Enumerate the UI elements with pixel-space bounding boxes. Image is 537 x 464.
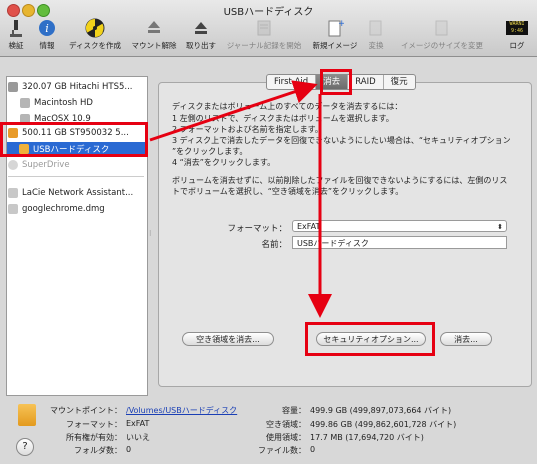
- sidebar-item-hitachi-disk[interactable]: 320.07 GB Hitachi HTS5...: [8, 80, 132, 94]
- splitter-handle[interactable]: ⁝: [149, 229, 152, 238]
- sidebar-item-macintosh-hd[interactable]: Macintosh HD: [20, 96, 93, 110]
- mount-point-link[interactable]: /Volumes/USBハードディスク: [126, 405, 237, 416]
- sidebar-item-lacie-image[interactable]: LaCie Network Assistant...: [8, 186, 133, 200]
- convert-icon: [365, 18, 387, 38]
- instruction-line: トでボリュームを選択し、“空き領域を消去”をクリックします。: [172, 187, 404, 196]
- available-label: 空き領域：: [266, 420, 306, 429]
- files-value: 0: [310, 445, 316, 454]
- name-label: 名前：: [261, 240, 287, 250]
- erase-free-space-button[interactable]: 空き領域を消去...: [182, 332, 274, 346]
- tab-restore[interactable]: 復元: [384, 75, 415, 89]
- instruction-line: ”をクリックします。: [172, 147, 248, 156]
- svg-text:+: +: [338, 19, 344, 29]
- used-value: 17.7 MB (17,694,720 バイト): [310, 433, 424, 442]
- hard-disk-icon: [8, 82, 18, 92]
- used-label: 使用領域：: [266, 433, 306, 442]
- resize-image-icon: [431, 18, 453, 38]
- instruction-line: ディスクまたはボリューム上のすべてのデータを消去するには：: [172, 102, 403, 111]
- toolbar-unmount-button[interactable]: マウント解除: [129, 18, 179, 51]
- owners-value: いいえ: [126, 433, 150, 442]
- disk-image-icon: [8, 188, 18, 198]
- sidebar-item-googlechrome-dmg[interactable]: googlechrome.dmg: [8, 202, 105, 216]
- toolbar-verify-button[interactable]: 検証: [4, 18, 28, 51]
- new-image-icon: +: [324, 18, 346, 38]
- toolbar: 検証 i 情報 ディスクを作成 マウント解除 取り出す ジャーナル記録を開始 +…: [0, 18, 537, 56]
- tab-first-aid[interactable]: First Aid: [267, 75, 317, 89]
- format-label: フォーマット：: [227, 224, 287, 234]
- burn-icon: [84, 18, 106, 38]
- instruction-line: 1 左側のリストで、ディスクまたはボリュームを選択します。: [172, 114, 394, 123]
- instruction-line: 2 フォーマットおよび名前を指定します。: [172, 125, 323, 134]
- toolbar-journal-button[interactable]: ジャーナル記録を開始: [222, 18, 306, 51]
- instruction-line: 4 “消去”をクリックします。: [172, 158, 276, 167]
- folders-value: 0: [126, 445, 132, 454]
- name-field[interactable]: USBハードディスク: [292, 236, 507, 249]
- available-value: 499.86 GB (499,862,601,728 バイト): [310, 420, 457, 429]
- format-info-value: ExFAT: [126, 419, 150, 428]
- sidebar-item-superdrive[interactable]: SuperDrive: [8, 158, 70, 172]
- owners-label: 所有権が有効：: [66, 433, 122, 442]
- disk-image-icon: [8, 204, 18, 214]
- mount-point-label: マウントポイント：: [50, 406, 122, 415]
- toolbar-burn-button[interactable]: ディスクを作成: [66, 18, 124, 51]
- usb-drive-icon: [18, 404, 36, 426]
- journal-icon: [253, 18, 275, 38]
- log-icon: WARNI 9:46: [506, 18, 528, 38]
- instruction-line: ボリュームを消去せずに、以前削除したファイルを回復できないようにするには、左側の…: [172, 176, 508, 185]
- capacity-value: 499.9 GB (499,897,073,664 バイト): [310, 406, 452, 415]
- toolbar-new-image-button[interactable]: + 新規イメージ: [310, 18, 360, 51]
- files-label: ファイル数：: [258, 446, 306, 455]
- capacity-label: 容量：: [282, 406, 306, 415]
- unmount-icon: [143, 18, 165, 38]
- help-button[interactable]: ?: [16, 438, 34, 456]
- disk-utility-window: USBハードディスク 検証 i 情報 ディスクを作成 マウント解除 取り出す ジ…: [0, 0, 537, 464]
- optical-drive-icon: [8, 160, 18, 170]
- toolbar-convert-button[interactable]: 変換: [364, 18, 388, 51]
- format-info-label: フォーマット：: [66, 420, 122, 429]
- eject-icon: [190, 18, 212, 38]
- highlight-box-erase-tab: [320, 69, 352, 95]
- highlight-box-sidebar: [0, 122, 148, 157]
- toolbar-eject-button[interactable]: 取り出す: [183, 18, 219, 51]
- folders-label: フォルダ数：: [74, 446, 122, 455]
- toolbar-resize-image-button[interactable]: イメージのサイズを変更: [394, 18, 490, 51]
- select-arrows-icon: ⬍: [497, 223, 503, 231]
- highlight-box-security-button: [305, 322, 435, 356]
- format-select[interactable]: ExFAT ⬍: [292, 220, 507, 232]
- sidebar-divider: [8, 176, 144, 177]
- toolbar-info-button[interactable]: i 情報: [33, 18, 61, 51]
- toolbar-log-button[interactable]: WARNI 9:46 ログ: [503, 18, 531, 51]
- instruction-line: 3 ディスク上で消去したデータを回復できないようにしたい場合は、“セキュリティオ…: [172, 136, 511, 145]
- window-title: USBハードディスク: [223, 7, 314, 18]
- volume-icon: [20, 98, 30, 108]
- erase-button[interactable]: 消去...: [440, 332, 492, 346]
- svg-text:i: i: [45, 22, 49, 35]
- microscope-icon: [5, 18, 27, 38]
- info-icon: i: [36, 18, 58, 38]
- titlebar: USBハードディスク 検証 i 情報 ディスクを作成 マウント解除 取り出す ジ…: [0, 0, 537, 57]
- tab-raid[interactable]: RAID: [348, 75, 384, 89]
